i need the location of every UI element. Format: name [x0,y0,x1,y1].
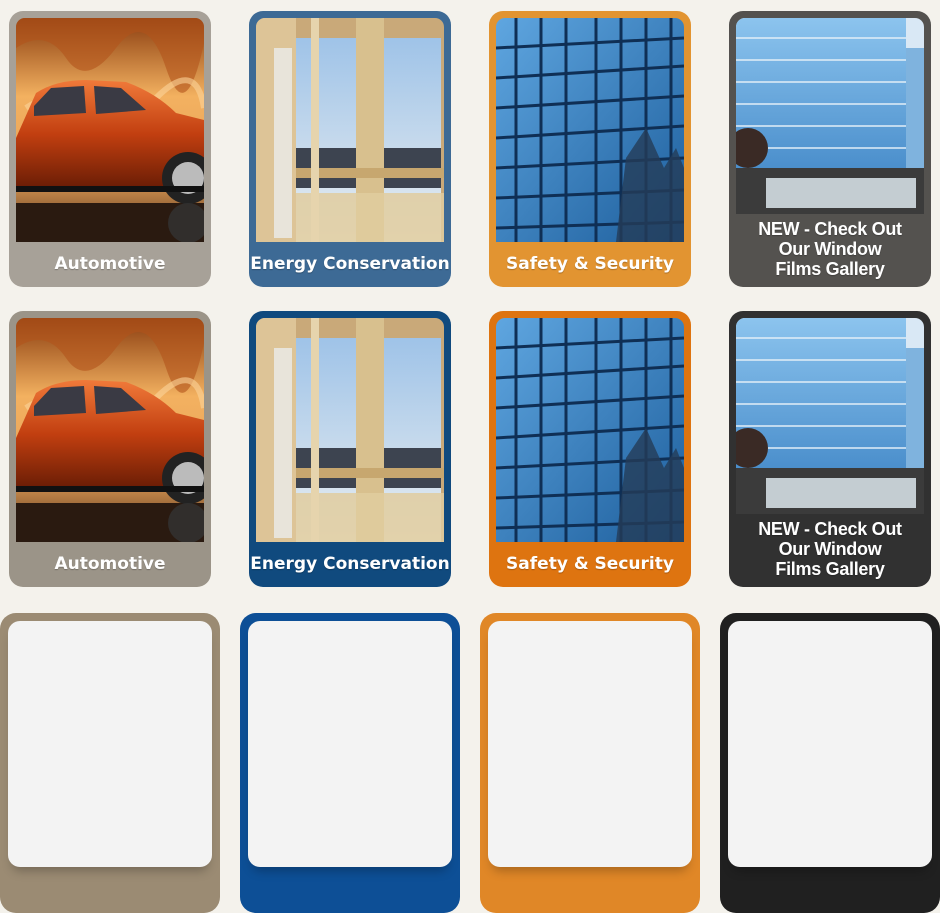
window-films-gallery-label: NEW - Check Out Our Window Films Gallery [758,219,902,279]
blank-frame-blue [240,613,460,913]
blank-frame-panel [488,621,692,867]
safety-security-label: Safety & Security [506,554,674,575]
blank-frame-panel [8,621,212,867]
blank-frame-panel [728,621,932,867]
blank-frame-black [720,613,940,913]
window-films-gallery-tile[interactable]: NEW - Check Out Our Window Films Gallery [729,11,931,287]
car-photo-icon [16,318,204,542]
safety-security-tile[interactable]: Safety & Security [489,311,691,587]
safety-security-label: Safety & Security [506,254,674,275]
glass-building-photo-icon [496,18,684,242]
blank-frame-tan [0,613,220,913]
window-photo-icon [256,318,444,542]
car-photo-icon [16,18,204,242]
energy-conservation-label: Energy Conservation [250,554,450,575]
glass-tower-photo-icon [736,18,924,214]
blank-frame-orange [480,613,700,913]
window-photo-icon [256,18,444,242]
automotive-label: Automotive [54,554,166,575]
energy-conservation-tile[interactable]: Energy Conservation [249,311,451,587]
glass-building-photo-icon [496,318,684,542]
window-films-gallery-tile[interactable]: NEW - Check Out Our Window Films Gallery [729,311,931,587]
blank-frame-panel [248,621,452,867]
safety-security-tile[interactable]: Safety & Security [489,11,691,287]
window-films-gallery-label: NEW - Check Out Our Window Films Gallery [758,519,902,579]
automotive-label: Automotive [54,254,166,275]
automotive-tile[interactable]: Automotive [9,311,211,587]
energy-conservation-label: Energy Conservation [250,254,450,275]
glass-tower-photo-icon [736,318,924,514]
automotive-tile[interactable]: Automotive [9,11,211,287]
energy-conservation-tile[interactable]: Energy Conservation [249,11,451,287]
